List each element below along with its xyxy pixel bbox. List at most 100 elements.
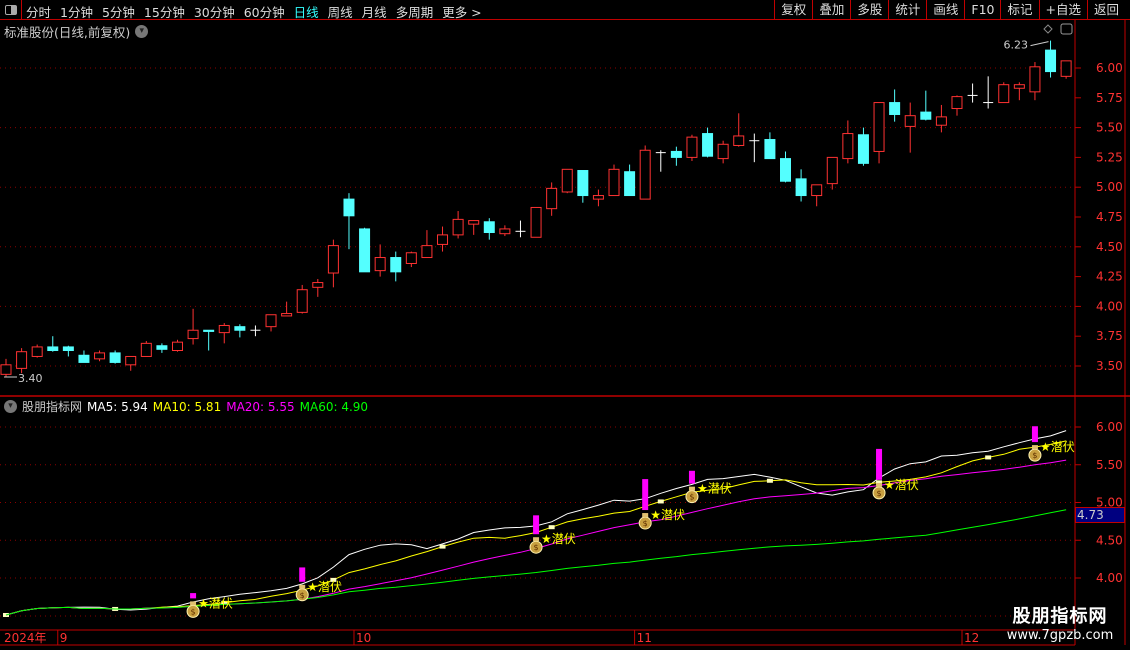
candle — [437, 226, 449, 252]
candle-body — [624, 171, 636, 197]
candle-body — [998, 84, 1010, 104]
ma20-value: MA20: 5.55 — [226, 399, 295, 414]
candle — [483, 218, 495, 240]
toolbar-button-4[interactable]: 画线 — [926, 0, 964, 20]
panel-toggle-icon[interactable] — [0, 0, 22, 20]
window-toggle-icon — [1060, 23, 1073, 35]
candle — [312, 278, 324, 297]
dollar-sign: $ — [876, 489, 881, 498]
candle-body — [780, 158, 791, 182]
dollar-sign: $ — [1032, 451, 1037, 460]
candle — [935, 104, 947, 133]
toolbar-button-5[interactable]: F10 — [964, 0, 1000, 20]
dollar-sign: $ — [300, 591, 305, 600]
candle-body — [187, 329, 199, 340]
chart-canvas[interactable]: 6.00 5.75 5.50 5.25 5.00 4.75 4.50 4.25 4.00 3.75… — [0, 0, 1130, 650]
candle-body — [577, 170, 589, 197]
candle — [717, 140, 729, 164]
dollar-sign: $ — [191, 607, 196, 616]
candle-body — [47, 346, 59, 352]
candle — [499, 225, 511, 237]
candle — [780, 151, 791, 183]
price-tick-label: 4.00 — [1096, 299, 1123, 313]
period-tab-9[interactable]: 多周期 — [396, 2, 434, 21]
candle-body — [702, 133, 714, 157]
candle-body — [327, 245, 339, 274]
toolbar-button-3[interactable]: 统计 — [888, 0, 926, 20]
candle — [998, 82, 1010, 104]
ma10-marker — [985, 455, 992, 460]
dollar-sign: $ — [689, 493, 694, 502]
candle-body — [592, 195, 604, 200]
period-tab-2[interactable]: 5分钟 — [102, 2, 135, 21]
toolbar-button-2[interactable]: 多股 — [850, 0, 888, 20]
candle-body — [171, 341, 183, 352]
period-tab-3[interactable]: 15分钟 — [144, 2, 185, 21]
candle — [94, 350, 106, 362]
candle-body — [234, 326, 246, 331]
candle-body — [218, 324, 230, 334]
chevron-down-icon[interactable]: ▾ — [135, 25, 149, 38]
toolbar-button-8[interactable]: 返回 — [1086, 0, 1125, 20]
chevron-down-icon[interactable]: ▾ — [4, 400, 17, 413]
period-tab-0[interactable]: 分时 — [26, 2, 51, 21]
period-tab-8[interactable]: 月线 — [362, 2, 387, 21]
candle-body — [140, 342, 152, 357]
candle-body — [31, 346, 43, 357]
toolbar-button-7[interactable]: +自选 — [1038, 0, 1087, 20]
candle — [187, 308, 199, 345]
candle — [218, 323, 230, 344]
price-tick-label: 3.50 — [1096, 359, 1123, 373]
period-tab-1[interactable]: 1分钟 — [60, 2, 93, 21]
candle-body — [546, 187, 558, 210]
stock-title: 标准股份(日线,前复权) — [4, 25, 131, 40]
signal-label: ★潜伏 — [650, 508, 685, 522]
candle — [655, 150, 666, 172]
candle-body — [94, 352, 106, 360]
dollar-sign: $ — [534, 543, 539, 552]
candle-body — [0, 364, 12, 375]
candle — [327, 239, 339, 288]
toolbar-button-1[interactable]: 叠加 — [812, 0, 850, 20]
period-tab-6[interactable]: 日线 — [294, 2, 319, 21]
price-tick-label: 6.00 — [1096, 61, 1123, 75]
month-label: 9 — [60, 631, 68, 645]
candle-body — [1013, 84, 1025, 89]
candle-body — [359, 228, 371, 273]
candle — [140, 340, 152, 357]
candle-body — [437, 234, 449, 245]
period-tab-4[interactable]: 30分钟 — [194, 2, 235, 21]
candle — [452, 211, 464, 239]
ma10-marker — [766, 478, 773, 483]
candle — [842, 120, 854, 164]
candle — [530, 206, 542, 238]
candle — [951, 95, 963, 116]
money-bag-neck — [533, 537, 540, 542]
watermark-url: www.7gpzb.com — [1006, 628, 1114, 643]
candle-body — [842, 133, 854, 160]
candle-body — [390, 257, 402, 273]
toolbar-button-6[interactable]: 标记 — [1000, 0, 1038, 20]
period-tab-10[interactable]: 更多 > — [442, 2, 481, 21]
period-tab-5[interactable]: 60分钟 — [244, 2, 285, 21]
candle — [608, 164, 620, 197]
candle-body — [452, 218, 464, 236]
period-tab-7[interactable]: 周线 — [328, 2, 353, 21]
money-bag-neck — [642, 513, 649, 518]
money-bag-neck — [299, 584, 306, 589]
period-tabs: 分时 1分钟 5分钟 15分钟 30分钟 60分钟 日线 周线 月线 多周期 更多 > — [26, 2, 482, 21]
money-bag-neck — [1031, 445, 1038, 450]
candle-body — [639, 149, 651, 200]
candle — [733, 113, 745, 147]
candle — [857, 127, 869, 166]
candle — [515, 220, 526, 238]
toolbar-button-0[interactable]: 复权 — [774, 0, 812, 20]
ma10-marker — [439, 544, 446, 549]
candle — [983, 76, 994, 109]
candle-body — [483, 221, 495, 233]
candle — [78, 350, 90, 363]
toolbar: 分时 1分钟 5分钟 15分钟 30分钟 60分钟 日线 周线 月线 多周期 更多 > 复权 叠加 多股… — [0, 0, 1130, 20]
candle-body — [670, 150, 682, 158]
candle — [47, 336, 59, 352]
candle — [639, 145, 651, 200]
